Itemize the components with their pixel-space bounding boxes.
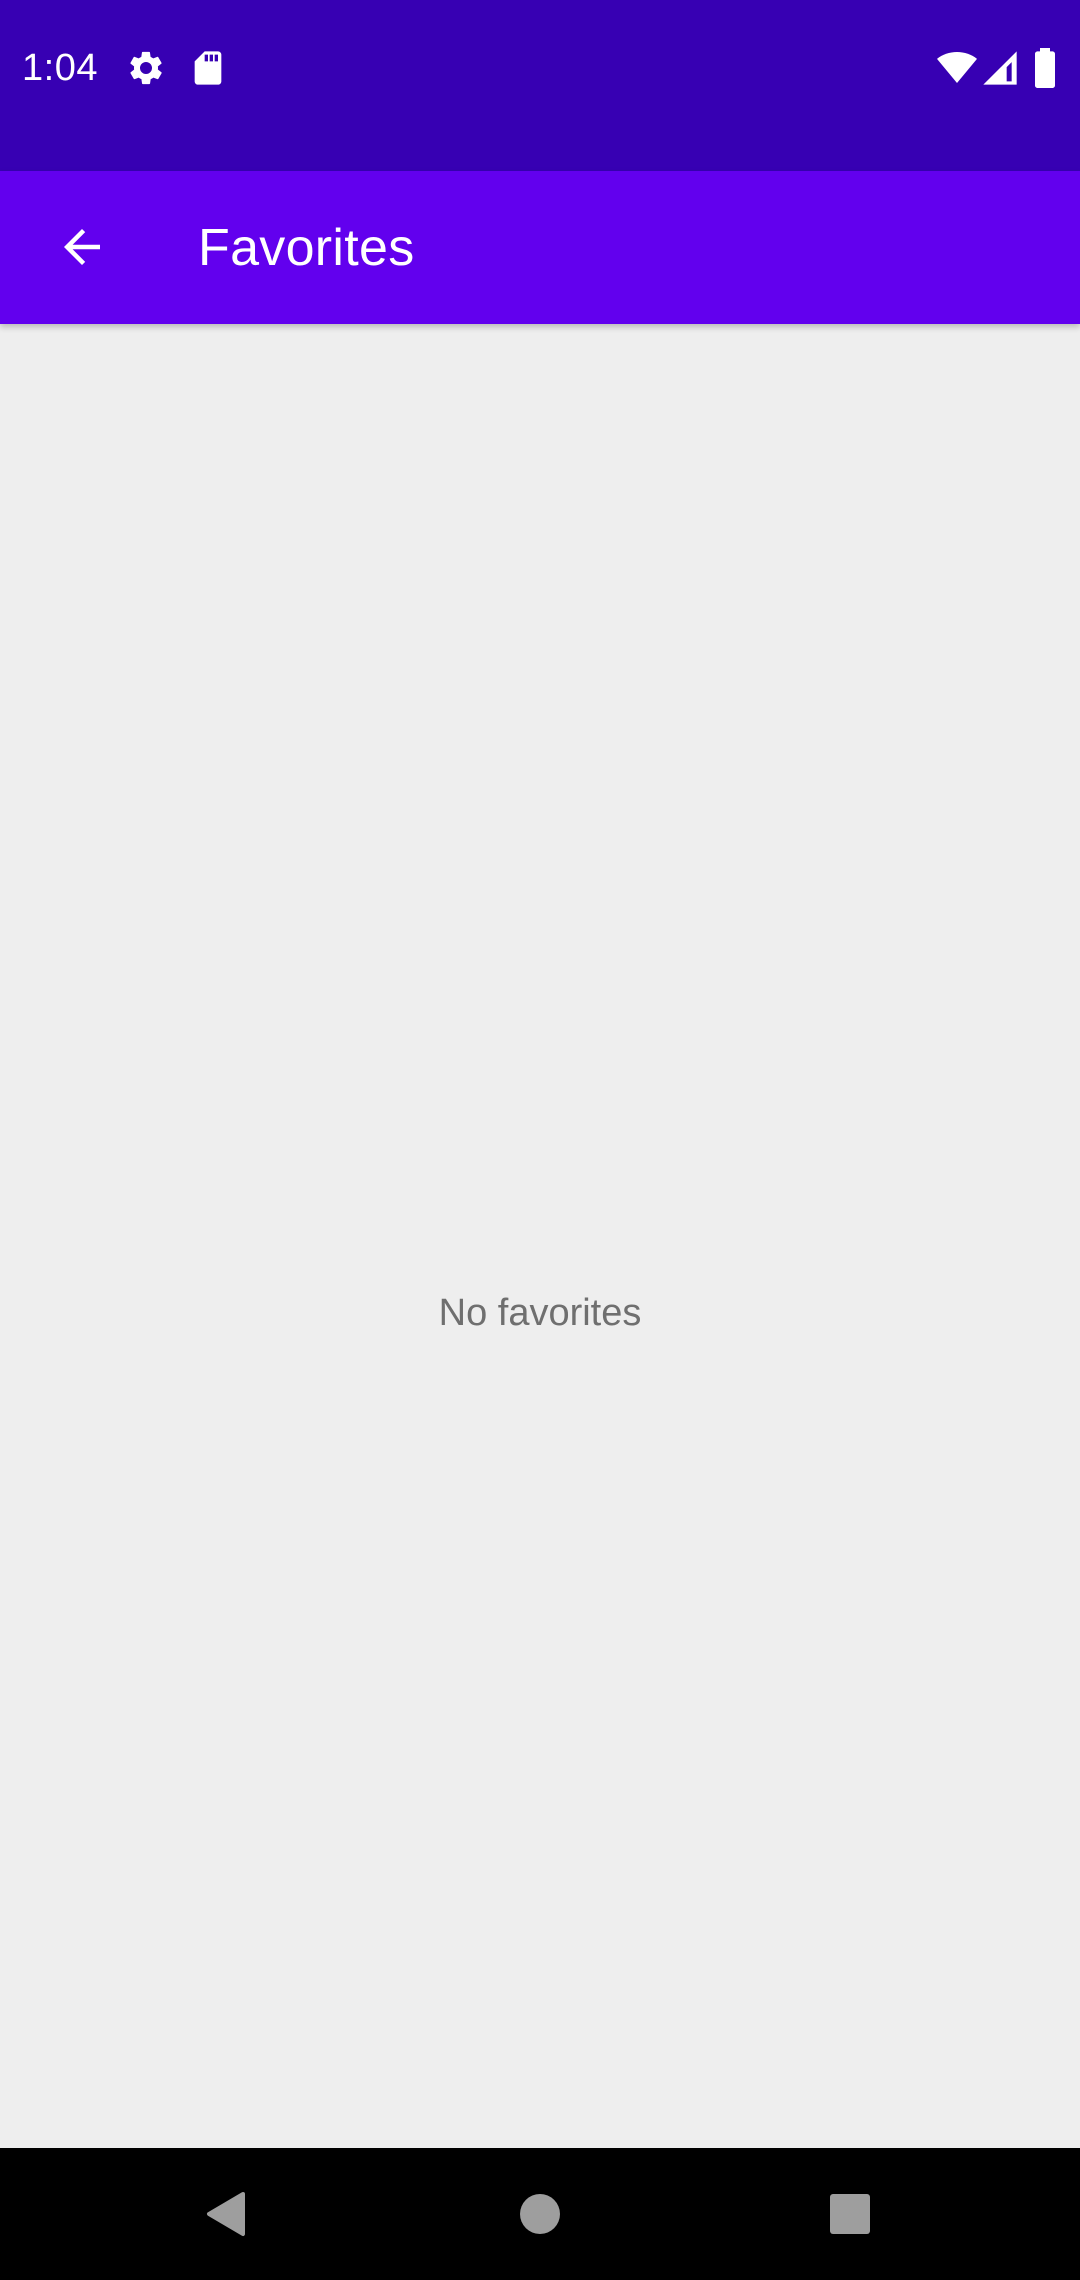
battery-icon bbox=[1030, 48, 1060, 88]
status-bar: 1:04 bbox=[0, 0, 1080, 171]
empty-state-message: No favorites bbox=[438, 1292, 642, 1334]
arrow-back-icon bbox=[55, 220, 109, 274]
page-title: Favorites bbox=[198, 219, 415, 277]
nav-home-button[interactable] bbox=[500, 2174, 580, 2254]
back-button[interactable] bbox=[36, 201, 128, 293]
cell-signal-icon bbox=[980, 48, 1020, 88]
status-time: 1:04 bbox=[22, 47, 98, 89]
home-circle-icon bbox=[519, 2193, 561, 2235]
favorites-screen: 1:04 Favorites No favorites bbox=[0, 0, 1080, 2280]
gear-icon bbox=[126, 48, 166, 88]
favorites-list-area: No favorites bbox=[0, 324, 1080, 2148]
wifi-icon bbox=[936, 48, 978, 88]
system-nav-bar bbox=[0, 2148, 1080, 2280]
sd-card-icon bbox=[188, 48, 228, 88]
recents-square-icon bbox=[829, 2193, 871, 2235]
back-triangle-icon bbox=[203, 2190, 249, 2238]
nav-recents-button[interactable] bbox=[810, 2174, 890, 2254]
nav-back-button[interactable] bbox=[186, 2174, 266, 2254]
app-bar: Favorites bbox=[0, 171, 1080, 324]
